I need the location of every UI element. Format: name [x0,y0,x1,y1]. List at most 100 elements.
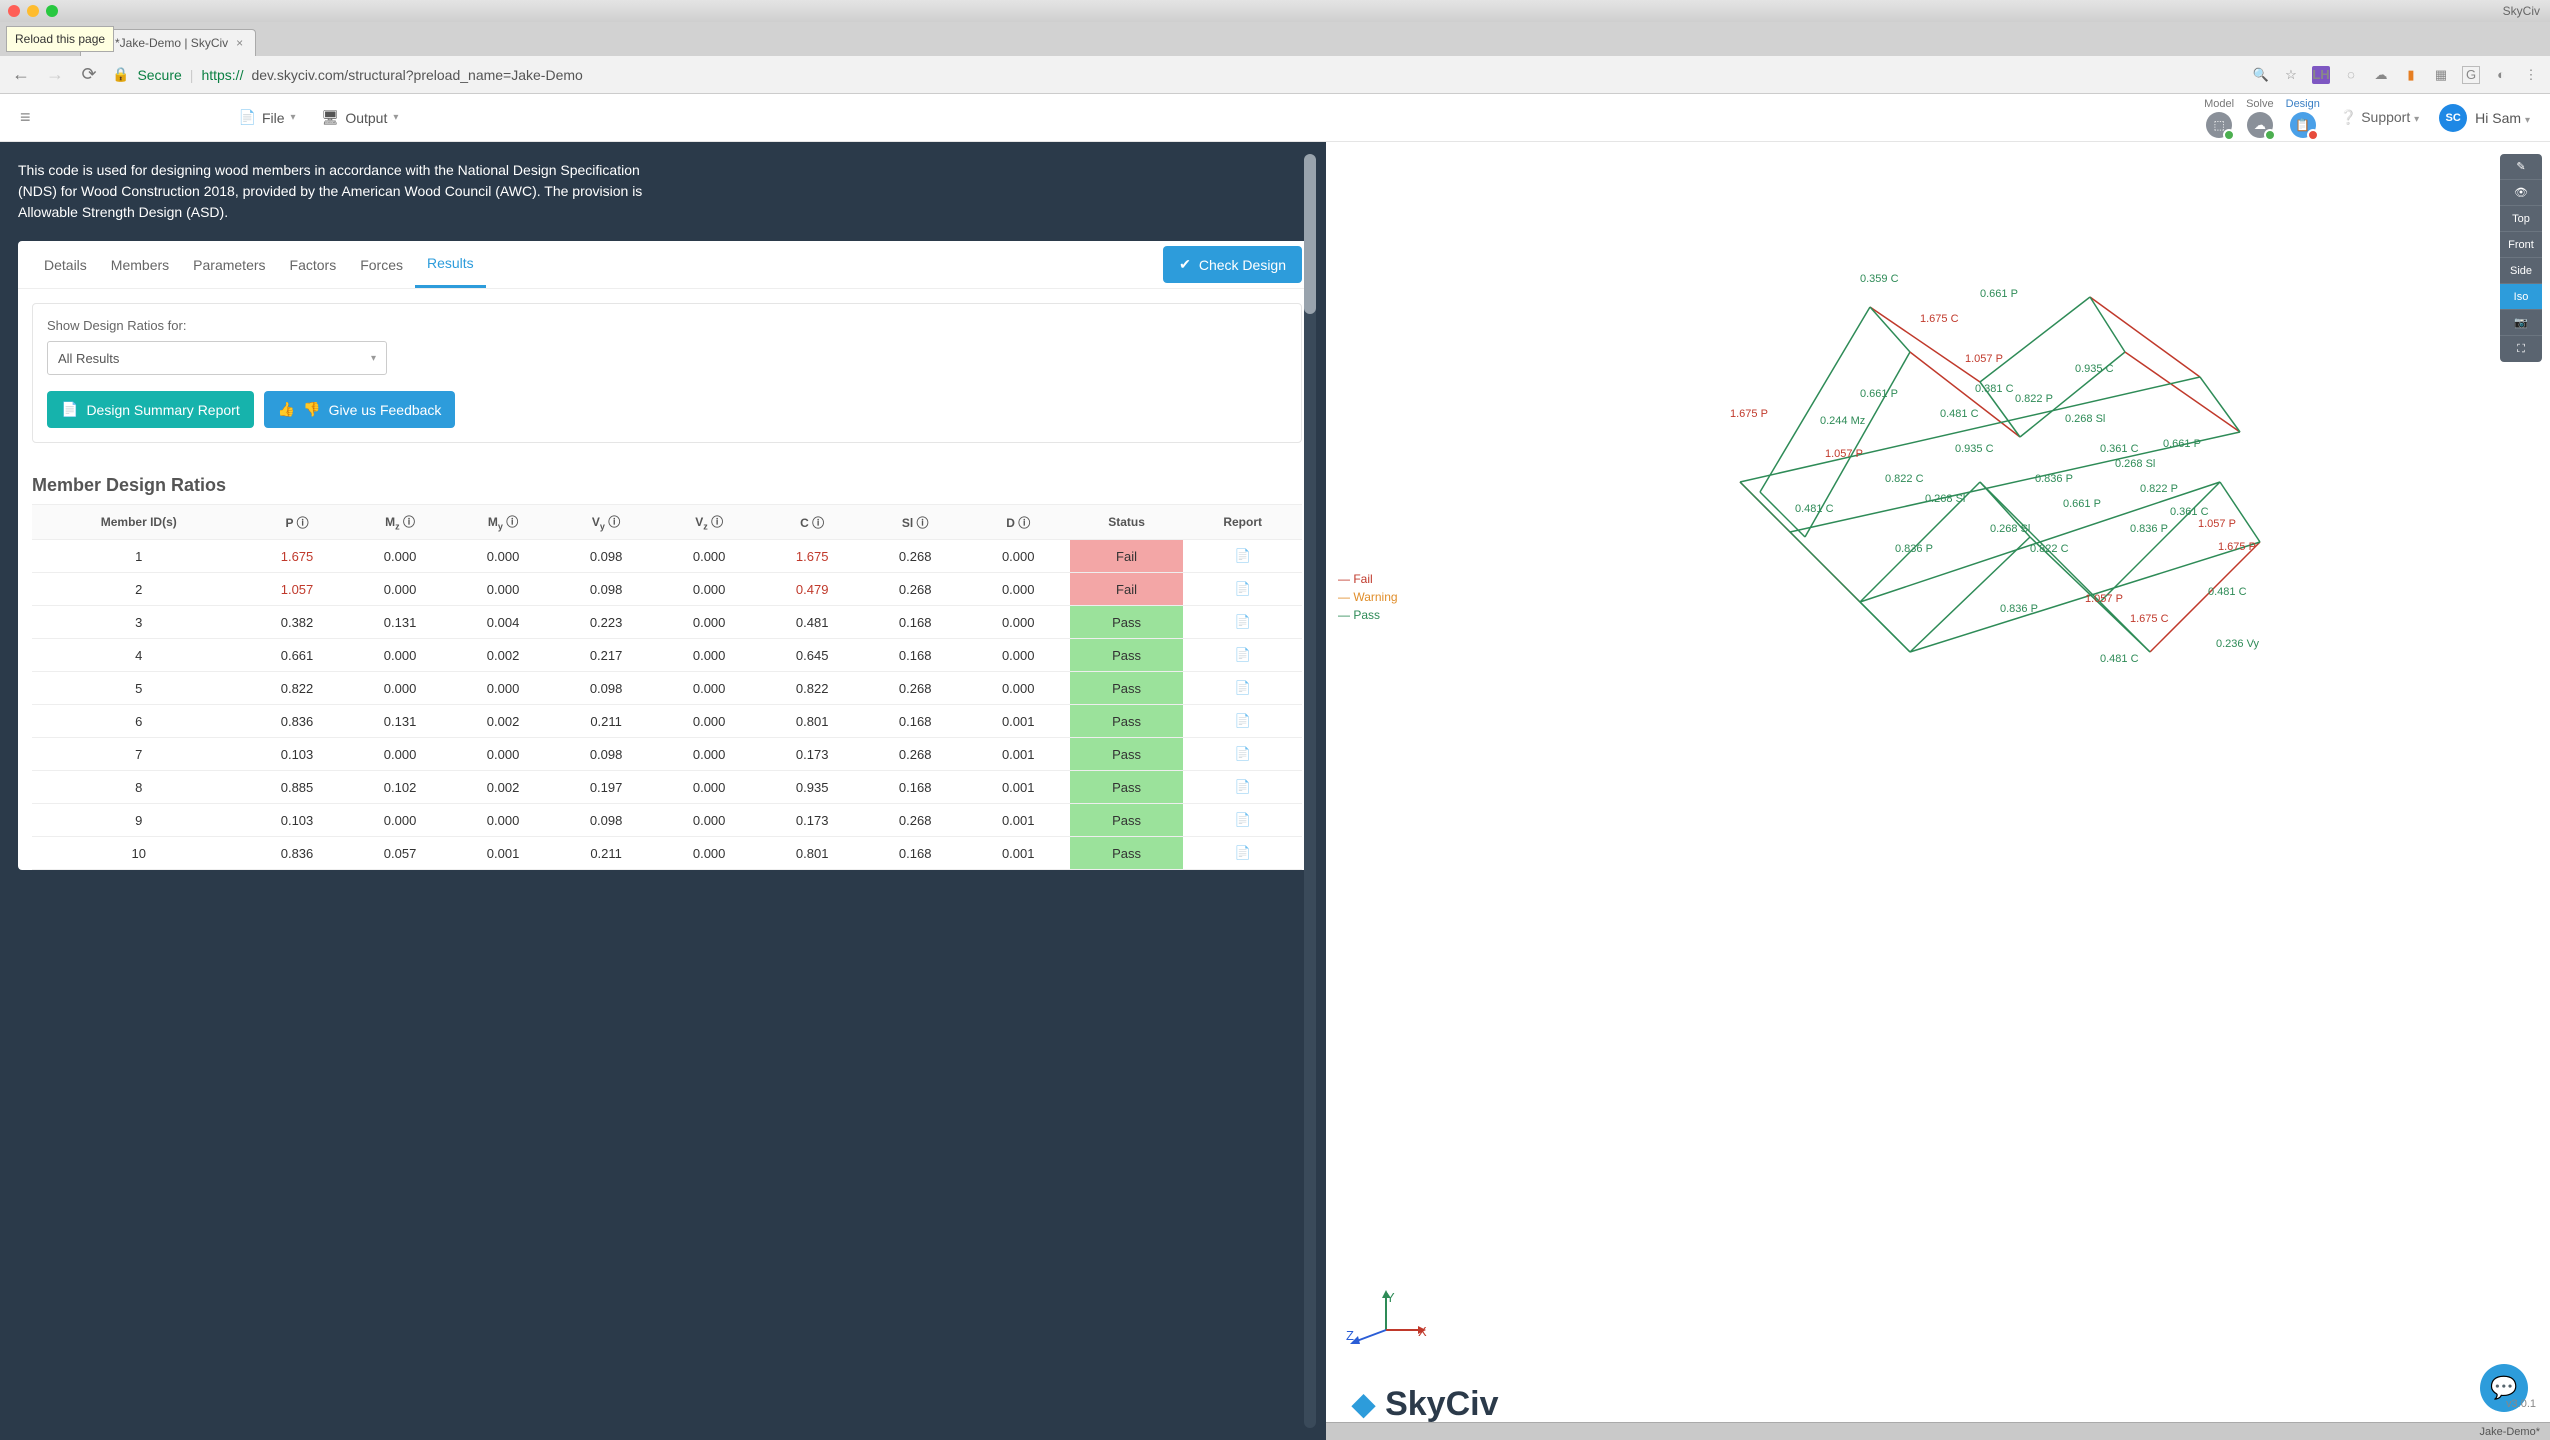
cell-report[interactable]: 📄 [1183,672,1302,705]
tab-close-icon[interactable]: × [236,36,243,50]
col-my[interactable]: My ⓘ [452,505,555,540]
tab-factors[interactable]: Factors [278,243,349,287]
extension-icon[interactable]: ▦ [2432,66,2450,84]
extension-icon[interactable]: ◌ [2342,66,2360,84]
col-report[interactable]: Report [1183,505,1302,540]
mode-design-button[interactable]: 📋 [2290,112,2316,138]
extension-icon[interactable]: ☁︎ [2372,66,2390,84]
col-vz[interactable]: Vz ⓘ [658,505,761,540]
nav-reload-icon[interactable]: ⟳ [78,64,100,85]
report-icon[interactable]: 📄 [1235,581,1251,596]
table-row[interactable]: 21.0570.0000.0000.0980.0000.4790.2680.00… [32,573,1302,606]
extension-icon[interactable]: G [2462,66,2480,84]
bookmark-icon[interactable]: ☆ [2282,66,2300,84]
view-front[interactable]: Front [2500,232,2542,258]
give-feedback-button[interactable]: 👍 👎 Give us Feedback [264,391,456,428]
col-status[interactable]: Status [1070,505,1184,540]
report-icon[interactable]: 📄 [1235,746,1251,761]
info-icon[interactable]: ⓘ [711,515,723,529]
tab-parameters[interactable]: Parameters [181,243,277,287]
cell-report[interactable]: 📄 [1183,771,1302,804]
info-icon[interactable]: ⓘ [812,516,824,530]
extension-icon[interactable]: ◐ [2492,66,2510,84]
cell-report[interactable]: 📄 [1183,540,1302,573]
eye-tool-icon[interactable]: 👁 [2500,180,2542,206]
col-member[interactable]: Member ID(s) [32,505,246,540]
mode-solve-button[interactable]: ☁ [2247,112,2273,138]
report-icon[interactable]: 📄 [1235,548,1251,563]
view-side[interactable]: Side [2500,258,2542,284]
design-summary-report-button[interactable]: 📄 Design Summary Report [47,391,254,428]
table-row[interactable]: 100.8360.0570.0010.2110.0000.8010.1680.0… [32,837,1302,870]
document-icon: 📄 [61,401,78,418]
cell-report[interactable]: 📄 [1183,639,1302,672]
col-d[interactable]: D ⓘ [967,505,1070,540]
menu-file[interactable]: 📄 File ▾ [239,109,296,126]
mode-model-button[interactable]: ⬚ [2206,112,2232,138]
col-vy[interactable]: Vy ⓘ [555,505,658,540]
report-icon[interactable]: 📄 [1235,614,1251,629]
nav-forward-icon[interactable]: → [44,64,66,85]
info-icon[interactable]: ⓘ [506,515,518,529]
menu-output[interactable]: 🖥 Output ▾ [322,109,399,126]
window-zoom-icon[interactable] [46,5,58,17]
member-result-label: 0.822 P [2140,483,2178,495]
info-icon[interactable]: ⓘ [297,516,309,530]
tab-members[interactable]: Members [99,243,181,287]
col-mz[interactable]: Mz ⓘ [349,505,452,540]
col-sl[interactable]: Sl ⓘ [864,505,967,540]
url-display[interactable]: 🔒 Secure | https://dev.skyciv.com/struct… [112,66,2240,83]
cell-report[interactable]: 📄 [1183,837,1302,870]
cell-report[interactable]: 📄 [1183,705,1302,738]
table-row[interactable]: 90.1030.0000.0000.0980.0000.1730.2680.00… [32,804,1302,837]
col-p[interactable]: P ⓘ [246,505,349,540]
lighthouse-extension-icon[interactable]: LH [2312,66,2330,84]
view-top[interactable]: Top [2500,206,2542,232]
table-row[interactable]: 70.1030.0000.0000.0980.0000.1730.2680.00… [32,738,1302,771]
table-row[interactable]: 11.6750.0000.0000.0980.0001.6750.2680.00… [32,540,1302,573]
user-avatar[interactable]: SC [2439,104,2467,132]
cell-member: 3 [32,606,246,639]
cell-report[interactable]: 📄 [1183,606,1302,639]
info-icon[interactable]: ⓘ [1018,516,1030,530]
fullscreen-icon[interactable]: ⛶ [2500,336,2542,362]
user-menu[interactable]: Hi Sam ▾ [2475,110,2530,126]
nav-back-icon[interactable]: ← [10,64,32,85]
cell-report[interactable]: 📄 [1183,804,1302,837]
tab-results[interactable]: Results [415,241,486,288]
report-icon[interactable]: 📄 [1235,713,1251,728]
window-minimize-icon[interactable] [27,5,39,17]
tab-forces[interactable]: Forces [348,243,415,287]
info-icon[interactable]: ⓘ [917,516,929,530]
report-icon[interactable]: 📄 [1235,779,1251,794]
extension-icon[interactable]: ▮ [2402,66,2420,84]
col-c[interactable]: C ⓘ [761,505,864,540]
hamburger-menu-icon[interactable]: ≡ [12,107,39,128]
table-row[interactable]: 80.8850.1020.0020.1970.0000.9350.1680.00… [32,771,1302,804]
table-row[interactable]: 40.6610.0000.0020.2170.0000.6450.1680.00… [32,639,1302,672]
window-close-icon[interactable] [8,5,20,17]
truss-model[interactable]: 0.359 C1.675 C0.661 P1.675 P0.244 Mz1.05… [1338,182,2482,742]
camera-icon[interactable]: 📷 [2500,310,2542,336]
pencil-tool-icon[interactable]: ✎ [2500,154,2542,180]
ratios-select[interactable]: All Results ▾ [47,341,387,375]
support-link[interactable]: ❔ Support ▾ [2340,109,2419,126]
table-row[interactable]: 50.8220.0000.0000.0980.0000.8220.2680.00… [32,672,1302,705]
report-icon[interactable]: 📄 [1235,680,1251,695]
cell-report[interactable]: 📄 [1183,738,1302,771]
info-icon[interactable]: ⓘ [608,515,620,529]
panel-scrollbar[interactable] [1304,154,1316,1428]
report-icon[interactable]: 📄 [1235,845,1251,860]
browser-menu-icon[interactable]: ⋮ [2522,66,2540,84]
report-icon[interactable]: 📄 [1235,812,1251,827]
search-icon[interactable]: 🔍 [2252,66,2270,84]
view-iso[interactable]: Iso [2500,284,2542,310]
tab-details[interactable]: Details [32,243,99,287]
report-icon[interactable]: 📄 [1235,647,1251,662]
cell-report[interactable]: 📄 [1183,573,1302,606]
check-design-button[interactable]: ✔ Check Design [1163,246,1302,283]
model-viewport[interactable]: 0.359 C1.675 C0.661 P1.675 P0.244 Mz1.05… [1326,142,2550,1440]
info-icon[interactable]: ⓘ [403,515,415,529]
table-row[interactable]: 30.3820.1310.0040.2230.0000.4810.1680.00… [32,606,1302,639]
table-row[interactable]: 60.8360.1310.0020.2110.0000.8010.1680.00… [32,705,1302,738]
